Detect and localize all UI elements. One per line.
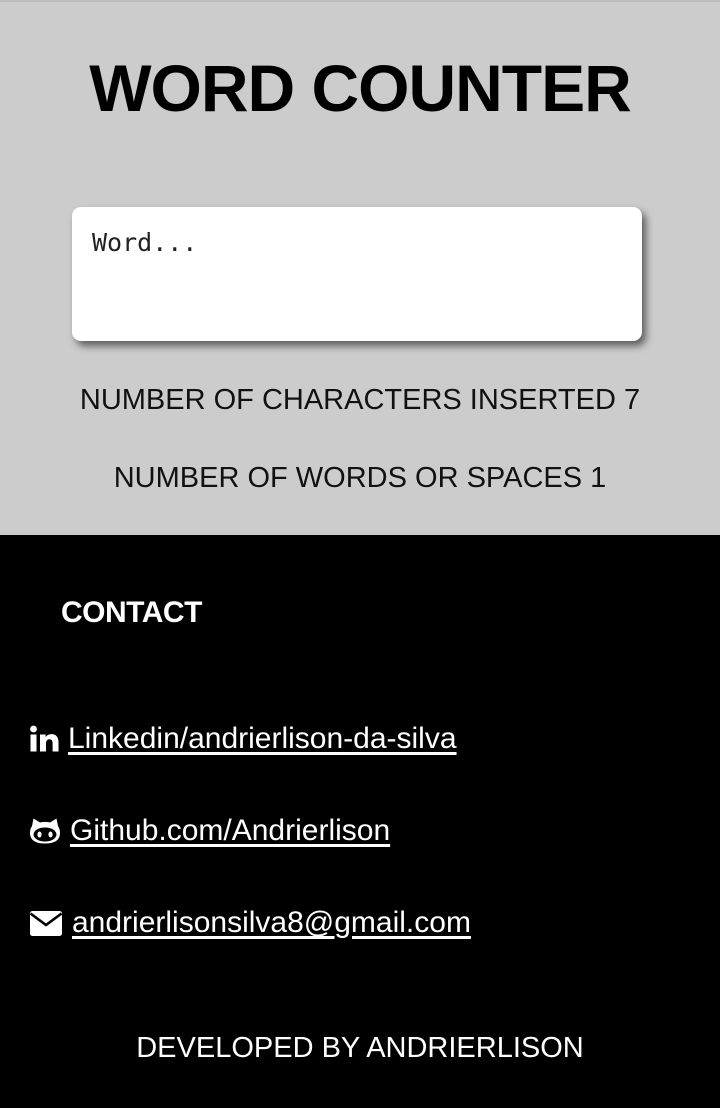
word-input[interactable] — [72, 207, 642, 341]
contact-email: andrierlisonsilva8@gmail.com — [30, 905, 471, 941]
linkedin-icon — [30, 725, 59, 754]
character-count: NUMBER OF CHARACTERS INSERTED 7 — [79, 384, 641, 416]
developer-credit: DEVELOPED BY ANDRIERLISON — [136, 1032, 584, 1064]
github-icon — [30, 818, 60, 844]
counter-section: WORD COUNTER NUMBER OF CHARACTERS INSERT… — [0, 0, 720, 535]
contact-github: Github.com/Andrierlison — [30, 813, 390, 849]
linkedin-link[interactable]: Linkedin/andrierlison-da-silva — [68, 721, 457, 757]
contact-linkedin: Linkedin/andrierlison-da-silva — [30, 721, 457, 757]
footer: CONTACT Linkedin/andrierlison-da-silva G… — [0, 535, 720, 1108]
envelope-icon — [30, 910, 62, 936]
github-link[interactable]: Github.com/Andrierlison — [70, 813, 390, 849]
word-count: NUMBER OF WORDS OR SPACES 1 — [113, 462, 607, 494]
page-title: WORD COUNTER — [89, 51, 632, 125]
email-link[interactable]: andrierlisonsilva8@gmail.com — [72, 905, 471, 941]
contact-title: CONTACT — [61, 596, 202, 629]
